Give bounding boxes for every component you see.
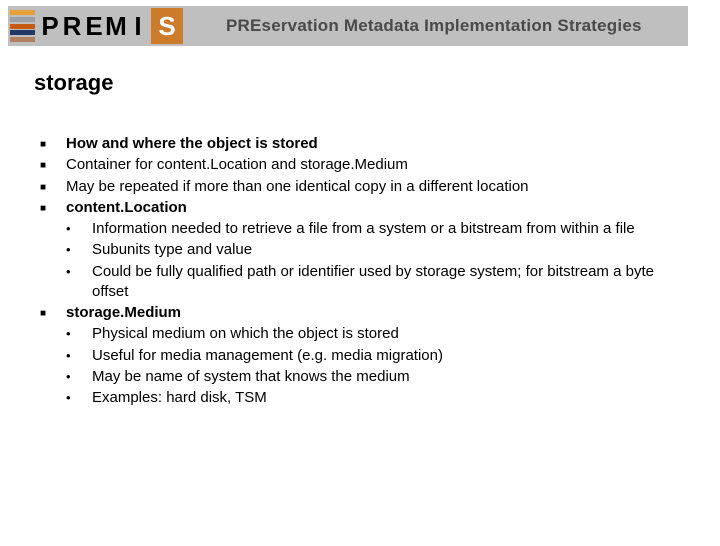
premis-logo: P R E M I S (8, 6, 208, 46)
square-bullet-icon: ■ (40, 303, 66, 321)
sub-bullet-text: Subunits type and value (92, 240, 680, 260)
sub-bullet-text: Examples: hard disk, TSM (92, 388, 680, 408)
bullet-text: How and where the object is stored (66, 134, 680, 154)
sub-bullet-item: •Could be fully qualified path or identi… (66, 262, 680, 303)
bullet-text: Container for content.Location and stora… (66, 155, 680, 175)
logo-letter: P (39, 11, 61, 42)
sub-bullet-item: •Information needed to retrieve a file f… (66, 219, 680, 239)
logo-letters: P R E M I (39, 11, 149, 42)
bullet-item: ■content.Location (40, 198, 680, 218)
logo-letter: R (61, 11, 83, 42)
sub-bullet-item: •Physical medium on which the object is … (66, 324, 680, 344)
sub-bullet-item: •Examples: hard disk, TSM (66, 388, 680, 408)
bullet-item: ■How and where the object is stored (40, 134, 680, 154)
header-banner: P R E M I S PREservation Metadata Implem… (8, 6, 688, 46)
logo-block: S (151, 8, 183, 44)
square-bullet-icon: ■ (40, 134, 66, 152)
sub-bullet-text: Could be fully qualified path or identif… (92, 262, 680, 303)
logo-letter: I (127, 11, 149, 42)
dot-bullet-icon: • (66, 346, 92, 365)
dot-bullet-icon: • (66, 240, 92, 259)
dot-bullet-icon: • (66, 324, 92, 343)
bullet-item: ■Container for content.Location and stor… (40, 155, 680, 175)
dot-bullet-icon: • (66, 388, 92, 407)
square-bullet-icon: ■ (40, 177, 66, 195)
sub-bullet-text: Physical medium on which the object is s… (92, 324, 680, 344)
logo-letter: E (83, 11, 105, 42)
sub-bullet-item: •May be name of system that knows the me… (66, 367, 680, 387)
sub-bullet-text: May be name of system that knows the med… (92, 367, 680, 387)
dot-bullet-icon: • (66, 219, 92, 238)
sub-bullet-text: Useful for media management (e.g. media … (92, 346, 680, 366)
slide-content: ■How and where the object is stored■Cont… (40, 134, 680, 408)
bullet-item: ■May be repeated if more than one identi… (40, 177, 680, 197)
bullet-item: ■storage.Medium (40, 303, 680, 323)
dot-bullet-icon: • (66, 262, 92, 281)
slide-title: storage (34, 70, 720, 96)
banner-title: PREservation Metadata Implementation Str… (226, 16, 642, 36)
logo-letter: M (105, 11, 127, 42)
dot-bullet-icon: • (66, 367, 92, 386)
sub-bullet-item: •Subunits type and value (66, 240, 680, 260)
square-bullet-icon: ■ (40, 198, 66, 216)
sub-bullet-item: •Useful for media management (e.g. media… (66, 346, 680, 366)
square-bullet-icon: ■ (40, 155, 66, 173)
sub-bullet-text: Information needed to retrieve a file fr… (92, 219, 680, 239)
logo-bars-icon (10, 8, 35, 44)
bullet-text: storage.Medium (66, 303, 680, 323)
bullet-text: May be repeated if more than one identic… (66, 177, 680, 197)
bullet-text: content.Location (66, 198, 680, 218)
